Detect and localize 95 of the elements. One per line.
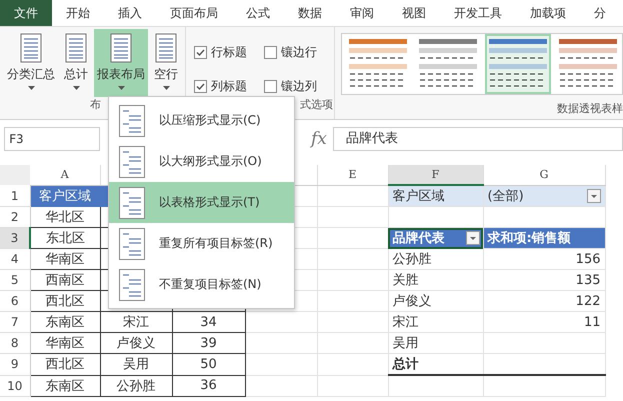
table-cell-text: 总计 <box>392 356 418 373</box>
table-style-thumbnail[interactable] <box>485 34 551 94</box>
table-cell-text: 宋江 <box>123 314 149 331</box>
ribbon-tab[interactable]: 页面布局 <box>156 0 232 26</box>
table-cell-text: 关胜 <box>392 272 418 289</box>
table-cell-text: 公孙胜 <box>392 251 432 268</box>
row-header[interactable]: 9 <box>0 354 30 375</box>
table-cell-text: 公孙胜 <box>116 378 156 395</box>
table-cell-text: (全部) <box>488 188 524 205</box>
table-cell-text: 卢俊义 <box>116 335 156 352</box>
caret-icon <box>72 86 80 90</box>
table-cell-text: 华北区 <box>46 209 84 226</box>
table-cell-text: 卢俊义 <box>392 293 432 310</box>
ribbon-button[interactable]: 报表布局 <box>94 29 148 97</box>
table-cell: 50 <box>200 356 217 372</box>
table-cell: 34 <box>200 314 217 330</box>
ribbon-tab[interactable]: 文件 <box>0 0 52 26</box>
menu-item[interactable]: 以大纲形式显示(O) <box>109 141 294 182</box>
table-cell-text: 客户区域 <box>392 188 444 205</box>
checkbox[interactable] <box>264 80 277 92</box>
ribbon-tab[interactable]: 审阅 <box>336 0 388 26</box>
checkbox-label[interactable]: 镶边行 <box>281 44 317 60</box>
filter-dropdown-icon[interactable] <box>466 231 480 245</box>
group-label: 布 <box>89 97 102 112</box>
table-cell: 11 <box>584 314 600 330</box>
menu-item[interactable]: 不重复项目标签(N) <box>109 264 294 305</box>
table-cell-text: 华南区 <box>46 251 84 268</box>
caret-icon <box>28 86 34 90</box>
group-label: 式选项 <box>299 97 334 112</box>
table-cell-text: 吴用 <box>123 356 149 374</box>
ribbon-tab[interactable]: 分 <box>580 0 620 26</box>
table-cell-text: 东南区 <box>46 314 84 331</box>
layout-icon <box>119 104 145 136</box>
column-header[interactable]: G <box>483 165 605 185</box>
caret-icon <box>118 86 124 90</box>
table-cell-text: 西北区 <box>46 293 84 310</box>
row-header[interactable]: 1 <box>0 185 30 206</box>
layout-icon <box>119 146 145 178</box>
layout-icon <box>119 186 145 218</box>
ribbon-button[interactable]: 分类汇总 <box>4 29 58 97</box>
table-cell-text: 求和项:销售额 <box>488 230 571 247</box>
table-icon <box>20 33 42 63</box>
table-cell-text: 东北区 <box>46 230 85 247</box>
menu-item[interactable]: 以压缩形式显示(C) <box>109 100 294 141</box>
row-header[interactable]: 5 <box>0 270 30 290</box>
table-cell: 39 <box>200 336 217 350</box>
column-header[interactable]: F <box>388 165 483 185</box>
checkbox-label[interactable]: 列标题 <box>211 78 247 94</box>
ribbon-tab[interactable]: 公式 <box>232 0 284 26</box>
ribbon-tab[interactable]: 插入 <box>104 0 156 26</box>
table-icon <box>155 33 177 63</box>
row-header[interactable]: 8 <box>0 332 30 354</box>
table-cell-text: 品牌代表 <box>392 230 444 247</box>
group-label: 数据透视表样 <box>556 101 623 116</box>
caret-icon <box>162 86 170 90</box>
table-icon <box>110 33 132 63</box>
ribbon-tab[interactable]: 开始 <box>52 0 104 26</box>
table-cell-text: 宋江 <box>392 314 418 331</box>
table-cell-text: 东南区 <box>46 378 84 395</box>
column-header[interactable]: A <box>30 165 100 185</box>
row-header[interactable]: 6 <box>0 290 30 312</box>
table-cell-text: 华南区 <box>46 335 84 352</box>
table-icon <box>65 33 87 63</box>
checkbox[interactable] <box>194 46 207 58</box>
column-header[interactable]: E <box>317 165 388 185</box>
menu-item[interactable]: 以表格形式显示(T) <box>109 182 294 223</box>
filter-dropdown-icon[interactable] <box>586 188 600 202</box>
table-cell: 122 <box>576 294 600 308</box>
ribbon-tab[interactable]: 加载项 <box>516 0 580 26</box>
checkbox-label[interactable]: 行标题 <box>211 44 247 60</box>
checkbox[interactable] <box>264 46 277 58</box>
table-cell-text: 西南区 <box>46 272 84 289</box>
ribbon-tab[interactable]: 数据 <box>284 0 336 26</box>
ribbon-button[interactable]: 空行 <box>151 29 181 97</box>
row-header[interactable]: 7 <box>0 312 30 332</box>
formula-field[interactable]: 品牌代表 <box>332 127 623 151</box>
table-cell: 135 <box>576 272 600 288</box>
ribbon-tab[interactable]: 视图 <box>388 0 440 26</box>
table-cell-text: 吴用 <box>392 335 418 352</box>
table-cell: 156 <box>576 252 600 266</box>
layout-icon <box>119 228 145 260</box>
insert-function-button[interactable]: fx <box>311 129 327 149</box>
table-cell-text: 客户区域 <box>39 188 91 205</box>
row-header[interactable]: 10 <box>0 375 30 396</box>
table-cell: 36 <box>200 378 217 394</box>
ribbon-tab[interactable]: 开发工具 <box>440 0 516 26</box>
ribbon-button[interactable]: 总计 <box>61 29 91 97</box>
checkbox-label[interactable]: 镶边列 <box>281 78 317 94</box>
layout-icon <box>119 268 145 300</box>
row-header[interactable]: 4 <box>0 248 30 270</box>
row-header[interactable]: 3 <box>0 228 30 248</box>
name-box[interactable]: F3 <box>4 127 100 151</box>
menu-item[interactable]: 重复所有项目标签(R) <box>109 223 294 264</box>
table-cell-text: 西北区 <box>46 356 84 374</box>
checkbox[interactable] <box>194 80 207 92</box>
